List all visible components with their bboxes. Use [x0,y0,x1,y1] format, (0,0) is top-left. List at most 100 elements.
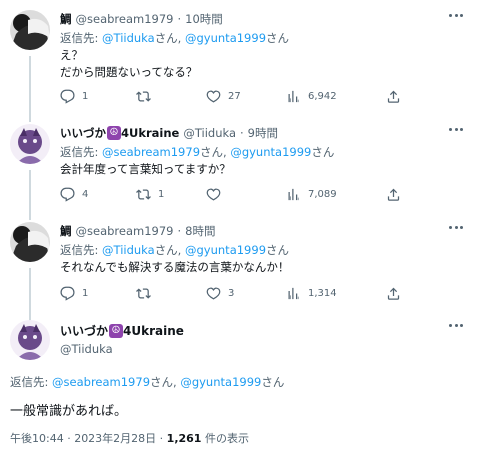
mention-link[interactable]: @seabream1979 [102,145,200,159]
avatar[interactable] [10,320,50,360]
share-button[interactable] [386,286,401,301]
avatar[interactable] [10,222,50,262]
retweet-icon [136,286,151,301]
tweet-line: それなんでも解決する魔法の言葉かなんか！ [60,260,290,274]
like-icon [206,187,221,202]
thread-line [29,170,31,220]
avatar[interactable] [10,10,50,50]
share-icon [386,89,401,104]
more-icon[interactable] [449,324,463,328]
display-name-suffix: 4Ukraine [123,323,184,338]
share-button[interactable] [386,187,401,202]
like-button[interactable]: 27 [206,89,241,104]
tweet-line: だから問題ないってなる？ [60,65,198,79]
reply-label: 返信先: [60,243,103,257]
reply-end: さん [266,243,290,257]
avatar-image [10,222,50,262]
share-icon [386,286,401,301]
main-views-label: 件の表示 [201,432,249,445]
reply-label: 返信先: [10,375,53,389]
main-timestamp[interactable]: 午後10:44 · 2023年2月28日 · [10,432,167,445]
share-button[interactable] [386,89,401,104]
mention-link[interactable]: @gyunta1999 [185,31,266,45]
views-icon [286,286,301,301]
tweet-actions: 1 27 6,942 [60,89,410,105]
timestamp[interactable]: 9時間 [248,125,278,141]
tweet-header: 鯛 @seabream1979 · 8時間 [60,222,215,240]
mention-link[interactable]: @gyunta1999 [185,243,266,257]
avatar[interactable] [10,124,50,164]
retweet-button[interactable] [136,286,158,301]
avatar-image [10,124,50,164]
tweet-header: いいづか ☮ 4Ukraine @Tiiduka · 9時間 [60,124,278,142]
timestamp[interactable]: 8時間 [185,223,215,239]
more-icon[interactable] [449,128,463,132]
tweet-actions: 1 3 1,314 [60,286,410,302]
reply-mid: さん, [154,31,185,45]
more-icon[interactable] [449,226,463,230]
like-button[interactable] [206,187,228,202]
tweet[interactable]: いいづか ☮ 4Ukraine @Tiiduka · 9時間 返信先: @seabr… [0,124,477,220]
display-name[interactable]: いいづか ☮ 4Ukraine [60,322,184,339]
main-tweet-text: 一般常識があれば。 [10,404,128,419]
views-count: 1,314 [308,288,337,299]
views-count: 7,089 [308,189,337,200]
reply-mid: さん, [154,243,185,257]
more-icon[interactable] [449,14,463,18]
tweet-line: え？ [60,48,83,62]
share-icon [386,187,401,202]
peace-icon: ☮ [109,323,124,338]
views-button[interactable]: 1,314 [286,286,337,301]
reply-button[interactable]: 1 [60,89,88,104]
timestamp[interactable]: 10時間 [185,11,223,27]
tweet-header: 鯛 @seabream1979 · 10時間 [60,10,223,28]
display-name[interactable]: 鯛 [60,223,72,239]
tweet-line: 会計年度って言葉知ってますか？ [60,162,231,176]
retweet-count: 1 [158,189,165,200]
views-icon [286,187,301,202]
user-handle[interactable]: @Tiiduka [60,342,184,356]
tweet[interactable]: 鯛 @seabream1979 · 10時間 返信先: @Tiidukaさん, … [0,10,477,122]
tweet-meta: 午後10:44 · 2023年2月28日 · 1,261 件の表示 [10,430,249,446]
views-button[interactable]: 7,089 [286,187,337,202]
user-handle[interactable]: @seabream1979 [76,224,174,238]
tweet-text: それなんでも解決する魔法の言葉かなんか！ [60,259,289,276]
display-name-suffix[interactable]: 4Ukraine [121,126,179,140]
views-button[interactable]: 6,942 [286,89,337,104]
like-button[interactable]: 3 [206,286,234,301]
thread-line [29,56,31,122]
thread-line [29,268,31,322]
reply-button[interactable]: 1 [60,286,88,301]
display-name[interactable]: いいづか [60,125,106,141]
tweet-text: え？ だから問題ないってなる？ [60,47,197,81]
tweet[interactable]: 鯛 @seabream1979 · 8時間 返信先: @Tiidukaさん, @… [0,222,477,322]
retweet-button[interactable] [136,89,158,104]
reply-count: 1 [82,288,89,299]
main-author: いいづか ☮ 4Ukraine @Tiiduka [60,322,184,356]
like-icon [206,286,221,301]
reply-button[interactable]: 4 [60,187,88,202]
separator: · [240,126,244,140]
mention-link[interactable]: @Tiiduka [102,31,155,45]
reply-icon [60,286,75,301]
user-handle[interactable]: @Tiiduka [183,126,236,140]
reply-icon [60,187,75,202]
mention-link[interactable]: @gyunta1999 [230,145,311,159]
reply-label: 返信先: [60,145,103,159]
mention-link[interactable]: @seabream1979 [52,375,150,389]
reply-count: 4 [82,189,89,200]
avatar-image [10,320,50,360]
user-handle[interactable]: @seabream1979 [76,12,174,26]
separator: · [177,12,182,26]
reply-end: さん [311,145,335,159]
peace-icon: ☮ [107,126,121,140]
replying-to: 返信先: @Tiidukaさん, @gyunta1999さん [60,30,289,46]
mention-link[interactable]: @gyunta1999 [180,375,261,389]
retweet-button[interactable]: 1 [136,187,164,202]
separator: · [177,224,182,238]
mention-link[interactable]: @Tiiduka [102,243,155,257]
like-icon [206,89,221,104]
display-name[interactable]: 鯛 [60,11,72,27]
reply-end: さん [261,375,285,389]
reply-label: 返信先: [60,31,103,45]
